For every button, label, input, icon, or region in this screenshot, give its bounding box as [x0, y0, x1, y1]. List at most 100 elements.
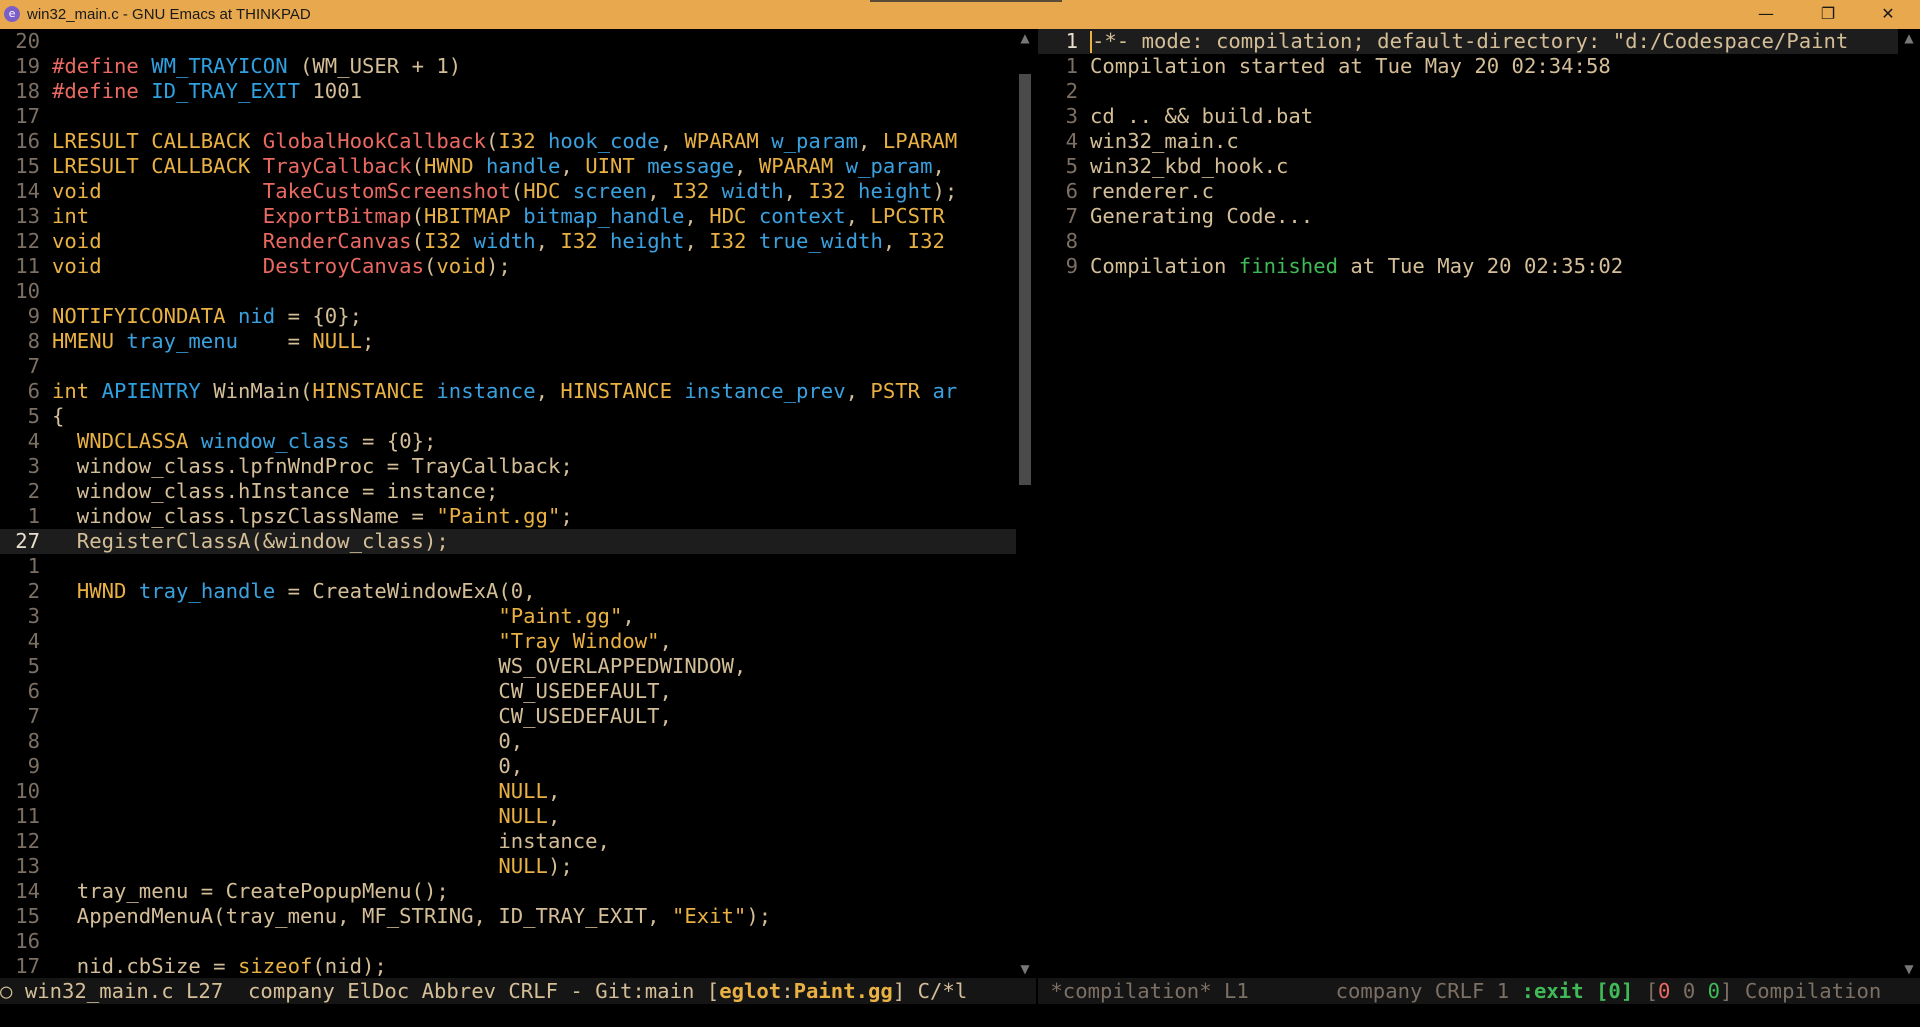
code-token: at Tue May 20 02:35:02: [1338, 254, 1624, 278]
code-line[interactable]: 16 LRESULT CALLBACK GlobalHookCallback(I3…: [0, 129, 1016, 154]
code-line[interactable]: 8 HMENU tray_menu = NULL;: [0, 329, 1016, 354]
output-line[interactable]: 8: [1038, 229, 1898, 254]
line-number: 9: [27, 754, 40, 778]
code-line[interactable]: 10 NULL,: [0, 779, 1016, 804]
code-line[interactable]: 2 HWND tray_handle = CreateWindowExA(0,: [0, 579, 1016, 604]
output-line[interactable]: 4 win32_main.c: [1038, 129, 1898, 154]
code-line[interactable]: 9 0,: [0, 754, 1016, 779]
major-mode[interactable]: Compilation: [1745, 979, 1881, 1003]
code-line[interactable]: 17: [0, 104, 1016, 129]
code-line[interactable]: 14 tray_menu = CreatePopupMenu();: [0, 879, 1016, 904]
output-line[interactable]: 7 Generating Code...: [1038, 204, 1898, 229]
code-line[interactable]: 7: [0, 354, 1016, 379]
code-line[interactable]: 12 void RenderCanvas(I32 width, I32 heigh…: [0, 229, 1016, 254]
code-line[interactable]: 13 int ExportBitmap(HBITMAP bitmap_handle…: [0, 204, 1016, 229]
code-token: UINT: [585, 154, 635, 178]
line-number: 16: [15, 129, 40, 153]
output-line[interactable]: 3 cd .. && build.bat: [1038, 104, 1898, 129]
current-line[interactable]: 27 RegisterClassA(&window_class);: [0, 529, 1016, 554]
line-number: 18: [15, 79, 40, 103]
maximize-button[interactable]: ❐: [1800, 0, 1856, 29]
mode-line-right[interactable]: *compilation* L1 company CRLF 1 :exit [0…: [1038, 978, 1920, 1004]
line-number: 6: [27, 679, 40, 703]
code-line[interactable]: 10: [0, 279, 1016, 304]
code-line[interactable]: 1: [0, 554, 1016, 579]
code-line[interactable]: 4 WNDCLASSA window_class = {0};: [0, 429, 1016, 454]
code-line[interactable]: 7 CW_USEDEFAULT,: [0, 704, 1016, 729]
output-line[interactable]: 2: [1038, 79, 1898, 104]
minor-modes[interactable]: company CRLF 1: [1336, 979, 1510, 1003]
current-line[interactable]: 1 -*- mode: compilation; default-director…: [1038, 29, 1898, 54]
left-scrollbar[interactable]: ▲ ▼: [1016, 29, 1034, 978]
code-token: 1001: [300, 79, 362, 103]
compilation-pane[interactable]: 1 -*- mode: compilation; default-director…: [1038, 29, 1898, 978]
code-token: nid.cbSize =: [52, 954, 238, 978]
code-token: NOTIFYICONDATA: [52, 304, 226, 328]
code-line[interactable]: 20: [0, 29, 1016, 54]
code-line[interactable]: 18 #define ID_TRAY_EXIT 1001: [0, 79, 1016, 104]
line-number: 6: [1065, 179, 1078, 203]
counts-bracket-close: ]: [1720, 979, 1733, 1003]
code-line[interactable]: 6 CW_USEDEFAULT,: [0, 679, 1016, 704]
scroll-up-icon[interactable]: ▲: [1900, 31, 1918, 45]
code-line[interactable]: 11 void DestroyCanvas(void);: [0, 254, 1016, 279]
scrollbar-thumb[interactable]: [1019, 74, 1031, 486]
eglot-project[interactable]: Paint.gg: [794, 979, 893, 1003]
code-line[interactable]: 17 nid.cbSize = sizeof(nid);: [0, 954, 1016, 978]
code-token: RegisterClassA(&window_class);: [52, 529, 449, 553]
code-line[interactable]: 8 0,: [0, 729, 1016, 754]
eglot-label[interactable]: eglot: [719, 979, 781, 1003]
minimize-button[interactable]: —: [1738, 0, 1794, 29]
code-line[interactable]: 5{: [0, 404, 1016, 429]
right-scrollbar[interactable]: ▲ ▼: [1900, 29, 1918, 978]
code-token: (: [510, 179, 524, 203]
code-token: CW_USEDEFAULT,: [52, 679, 672, 703]
code-token: ,: [622, 604, 635, 628]
code-line[interactable]: 3 window_class.lpfnWndProc = TrayCallbac…: [0, 454, 1016, 479]
code-line[interactable]: 2 window_class.hInstance = instance;: [0, 479, 1016, 504]
line-number: 3: [27, 454, 40, 478]
buffer-name[interactable]: *compilation*: [1050, 979, 1211, 1003]
output-line[interactable]: 1 Compilation started at Tue May 20 02:34…: [1038, 54, 1898, 79]
line-position: L1: [1224, 979, 1249, 1003]
output-line[interactable]: 6 renderer.c: [1038, 179, 1898, 204]
code-line[interactable]: 13 NULL);: [0, 854, 1016, 879]
code-editor-pane[interactable]: 20 19 #define WM_TRAYICON (WM_USER + 1) 18 #…: [0, 29, 1016, 978]
code-line[interactable]: 1 window_class.lpszClassName = "Paint.gg…: [0, 504, 1016, 529]
line-number: 10: [15, 279, 40, 303]
minor-modes[interactable]: company ElDoc Abbrev CRLF - Git:main: [248, 979, 694, 1003]
line-number: 3: [27, 604, 40, 628]
code-token: TakeCustomScreenshot: [262, 179, 511, 203]
code-line[interactable]: 19 #define WM_TRAYICON (WM_USER + 1): [0, 54, 1016, 79]
code-line[interactable]: 3 "Paint.gg",: [0, 604, 1016, 629]
scroll-up-icon[interactable]: ▲: [1016, 31, 1034, 45]
code-token: WPARAM: [758, 154, 834, 178]
close-button[interactable]: ✕: [1860, 0, 1916, 29]
mode-line-left[interactable]: ○ win32_main.c L27 company ElDoc Abbrev …: [0, 978, 1036, 1004]
title-bar[interactable]: e win32_main.c - GNU Emacs at THINKPAD —…: [0, 0, 1920, 29]
major-mode[interactable]: C/*l: [918, 979, 968, 1003]
code-line[interactable]: 16: [0, 929, 1016, 954]
code-line[interactable]: 4 "Tray Window",: [0, 629, 1016, 654]
code-line[interactable]: 14 void TakeCustomScreenshot(HDC screen, …: [0, 179, 1016, 204]
scroll-down-icon[interactable]: ▼: [1016, 962, 1034, 976]
output-line[interactable]: 5 win32_kbd_hook.c: [1038, 154, 1898, 179]
code-token: ID_TRAY_EXIT: [151, 79, 300, 103]
code-line[interactable]: 15 AppendMenuA(tray_menu, MF_STRING, ID_…: [0, 904, 1016, 929]
buffer-name[interactable]: win32_main.c: [25, 979, 174, 1003]
code-line[interactable]: 5 WS_OVERLAPPEDWINDOW,: [0, 654, 1016, 679]
output-line[interactable]: 9 Compilation finished at Tue May 20 02:3…: [1038, 254, 1898, 279]
code-token: width: [473, 229, 536, 253]
echo-area[interactable]: [0, 1004, 1920, 1027]
code-line[interactable]: 6 int APIENTRY WinMain(HINSTANCE instance…: [0, 379, 1016, 404]
code-line[interactable]: 12 instance,: [0, 829, 1016, 854]
code-line[interactable]: 9 NOTIFYICONDATA nid = {0};: [0, 304, 1016, 329]
code-token: = CreateWindowExA(0,: [275, 579, 536, 603]
code-line[interactable]: 15 LRESULT CALLBACK TrayCallback(HWND han…: [0, 154, 1016, 179]
scroll-down-icon[interactable]: ▼: [1900, 962, 1918, 976]
code-line[interactable]: 11 NULL,: [0, 804, 1016, 829]
code-token: ExportBitmap: [262, 204, 412, 228]
